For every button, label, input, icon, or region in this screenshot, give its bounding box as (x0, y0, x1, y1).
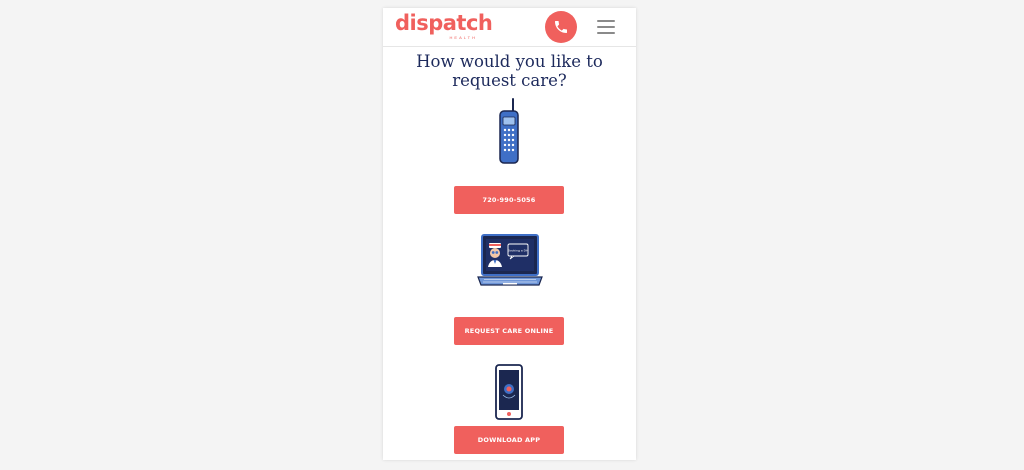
request-care-online-button[interactable]: REQUEST CARE ONLINE (454, 317, 564, 345)
phone-icon (555, 21, 567, 33)
smartphone-icon (495, 364, 523, 420)
laptop-icon: Booking a DH (477, 234, 543, 286)
call-phone-number-button[interactable]: 720-990-5056 (454, 186, 564, 214)
logo-wordmark: dispatch (395, 11, 493, 35)
cordless-phone-icon (499, 98, 519, 164)
hamburger-icon (597, 20, 615, 22)
hamburger-icon-bar (597, 26, 615, 28)
page-title-line2: request care? (452, 71, 567, 90)
dispatch-health-logo[interactable]: dispatch HEALTH (395, 11, 493, 43)
laptop-screen-text: Booking a DH (508, 249, 528, 253)
page-title: How would you like to request care? (383, 52, 636, 90)
site-header: dispatch HEALTH (383, 8, 636, 47)
hamburger-menu-button[interactable] (597, 19, 615, 35)
call-button[interactable] (545, 11, 577, 43)
logo-subtext: HEALTH (449, 35, 477, 40)
download-app-button[interactable]: DOWNLOAD APP (454, 426, 564, 454)
hamburger-icon-bar (597, 32, 615, 34)
mobile-viewport: dispatch HEALTH How would you like to re… (383, 8, 636, 460)
page-title-line1: How would you like to (416, 52, 603, 71)
